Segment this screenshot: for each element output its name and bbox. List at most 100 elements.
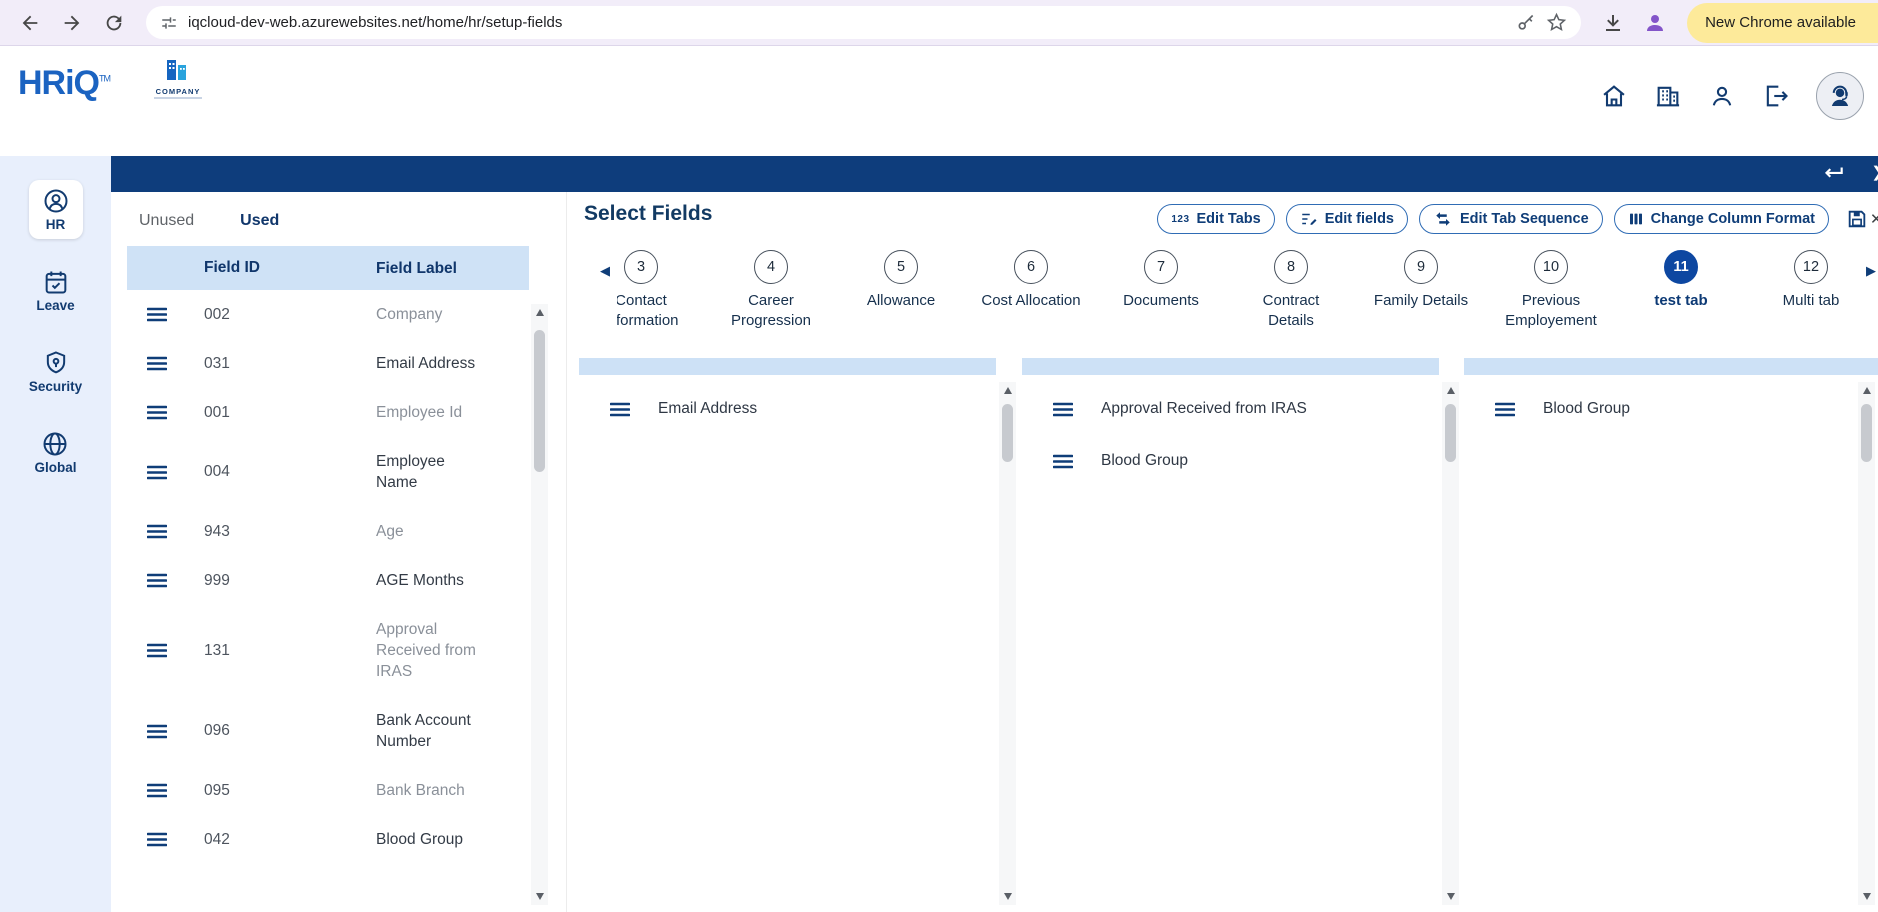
- calendar-icon: [42, 268, 70, 296]
- url-bar[interactable]: iqcloud-dev-web.azurewebsites.net/home/h…: [146, 6, 1581, 39]
- table-row[interactable]: 004Employee Name: [127, 437, 529, 507]
- drag-handle-icon[interactable]: [127, 356, 187, 371]
- wizard-tab-12[interactable]: 12Multi tab: [1759, 250, 1858, 352]
- user-icon[interactable]: [1708, 82, 1736, 110]
- drag-handle-icon[interactable]: [127, 524, 187, 539]
- chrome-update-button[interactable]: New Chrome available: [1687, 3, 1878, 43]
- table-row[interactable]: 999AGE Months: [127, 556, 529, 605]
- wizard-tab-8[interactable]: 8Contract Details: [1239, 250, 1343, 352]
- button-label: Edit fields: [1325, 211, 1394, 227]
- wizard-tab-4[interactable]: 4Career Progression: [719, 250, 823, 352]
- home-icon[interactable]: [1600, 82, 1628, 110]
- drag-handle-icon[interactable]: [127, 307, 187, 322]
- column-2-scrollbar[interactable]: [1442, 382, 1459, 905]
- drag-handle-icon[interactable]: [1053, 402, 1073, 417]
- drag-handle-icon[interactable]: [127, 573, 187, 588]
- wizard-tab-11[interactable]: 11test tab: [1629, 250, 1733, 352]
- column-field-item[interactable]: Blood Group: [1464, 383, 1858, 435]
- drag-handle-icon[interactable]: [127, 643, 187, 658]
- tabs-scroll-right-icon[interactable]: ▶: [1866, 263, 1876, 279]
- scroll-up-icon[interactable]: [1863, 387, 1871, 394]
- tab-number: 10: [1534, 250, 1568, 284]
- table-row[interactable]: 031Email Address: [127, 339, 529, 388]
- drag-handle-icon[interactable]: [610, 402, 630, 417]
- scroll-up-icon[interactable]: [1004, 387, 1012, 394]
- support-avatar-icon[interactable]: [1816, 72, 1864, 120]
- edit-tabs-button[interactable]: 123 Edit Tabs: [1157, 204, 1274, 234]
- download-icon[interactable]: [1595, 5, 1631, 41]
- scrollbar-thumb[interactable]: [534, 330, 545, 472]
- save-icon[interactable]: [1846, 208, 1868, 230]
- collapse-icon[interactable]: ❯: [1871, 163, 1878, 181]
- sidebar-item-leave[interactable]: Leave: [23, 261, 87, 320]
- site-info-icon[interactable]: [160, 14, 178, 32]
- table-row[interactable]: 131Approval Received from IRAS: [127, 605, 529, 696]
- fields-table: Field ID Field Label 002Company031Email …: [127, 246, 529, 864]
- return-arrow-icon[interactable]: [1820, 161, 1846, 192]
- fields-list-scrollbar[interactable]: [531, 304, 548, 905]
- table-row[interactable]: 042Blood Group: [127, 815, 529, 864]
- columns-icon: [1628, 211, 1644, 227]
- passwords-key-icon[interactable]: [1516, 13, 1536, 33]
- drag-handle-icon[interactable]: [1053, 454, 1073, 469]
- drag-handle-icon[interactable]: [1495, 402, 1515, 417]
- profile-icon[interactable]: [1637, 5, 1673, 41]
- logout-icon[interactable]: [1762, 82, 1790, 110]
- shield-icon: [42, 349, 70, 377]
- close-icon[interactable]: ✕: [1870, 210, 1878, 228]
- drag-handle-icon[interactable]: [127, 783, 187, 798]
- field-id: 095: [187, 782, 365, 800]
- edit-fields-button[interactable]: Edit fields: [1286, 204, 1408, 234]
- column-3-scrollbar[interactable]: [1858, 382, 1875, 905]
- tab-unused[interactable]: Unused: [139, 212, 194, 230]
- wizard-tab-6[interactable]: 6Cost Allocation: [979, 250, 1083, 352]
- wizard-tab-3[interactable]: 3Contact Information: [617, 250, 693, 352]
- wizard-tab-9[interactable]: 9Family Details: [1369, 250, 1473, 352]
- organization-icon[interactable]: [1654, 82, 1682, 110]
- wizard-tab-7[interactable]: 7Documents: [1109, 250, 1213, 352]
- sidebar-item-security[interactable]: Security: [16, 342, 95, 401]
- bookmark-star-icon[interactable]: [1546, 12, 1567, 33]
- scrollbar-thumb[interactable]: [1861, 404, 1872, 462]
- reload-icon[interactable]: [96, 5, 132, 41]
- tab-used[interactable]: Used: [240, 212, 279, 230]
- scrollbar-thumb[interactable]: [1445, 404, 1456, 462]
- column-field-label: Blood Group: [1101, 452, 1188, 470]
- column-field-item[interactable]: Email Address: [579, 383, 996, 435]
- scroll-down-icon[interactable]: [1004, 893, 1012, 900]
- sidebar-item-label: Security: [29, 379, 82, 394]
- tabs-scroll-left-icon[interactable]: ◀: [600, 263, 610, 279]
- drag-handle-icon[interactable]: [127, 832, 187, 847]
- logo-trademark: TM: [99, 74, 110, 84]
- scroll-up-icon[interactable]: [1447, 387, 1455, 394]
- column-field-item[interactable]: Blood Group: [1022, 435, 1439, 487]
- sidebar-item-hr[interactable]: HR: [29, 180, 83, 239]
- sidebar-item-global[interactable]: Global: [21, 423, 89, 482]
- change-column-format-button[interactable]: Change Column Format: [1614, 204, 1829, 234]
- company-logo-label: COMPANY: [146, 87, 210, 96]
- column-1-scrollbar[interactable]: [999, 382, 1016, 905]
- scrollbar-thumb[interactable]: [1002, 404, 1013, 462]
- table-row[interactable]: 001Employee Id: [127, 388, 529, 437]
- table-row[interactable]: 096Bank Account Number: [127, 696, 529, 766]
- field-label: AGE Months: [365, 570, 529, 591]
- edit-tab-sequence-button[interactable]: Edit Tab Sequence: [1419, 204, 1603, 234]
- tab-label: Career Progression: [719, 291, 823, 331]
- scroll-down-icon[interactable]: [1863, 893, 1871, 900]
- forward-icon[interactable]: [54, 5, 90, 41]
- url-text[interactable]: iqcloud-dev-web.azurewebsites.net/home/h…: [188, 14, 1506, 31]
- column-field-item[interactable]: Approval Received from IRAS: [1022, 383, 1439, 435]
- wizard-tab-10[interactable]: 10Previous Employement: [1499, 250, 1603, 352]
- table-row[interactable]: 002Company: [127, 290, 529, 339]
- table-row[interactable]: 943Age: [127, 507, 529, 556]
- scroll-up-icon[interactable]: [536, 309, 544, 316]
- tab-number: 3: [624, 250, 658, 284]
- table-row[interactable]: 095Bank Branch: [127, 766, 529, 815]
- scroll-down-icon[interactable]: [536, 893, 544, 900]
- scroll-down-icon[interactable]: [1447, 893, 1455, 900]
- wizard-tab-5[interactable]: 5Allowance: [849, 250, 953, 352]
- drag-handle-icon[interactable]: [127, 405, 187, 420]
- drag-handle-icon[interactable]: [127, 465, 187, 480]
- back-icon[interactable]: [12, 5, 48, 41]
- drag-handle-icon[interactable]: [127, 724, 187, 739]
